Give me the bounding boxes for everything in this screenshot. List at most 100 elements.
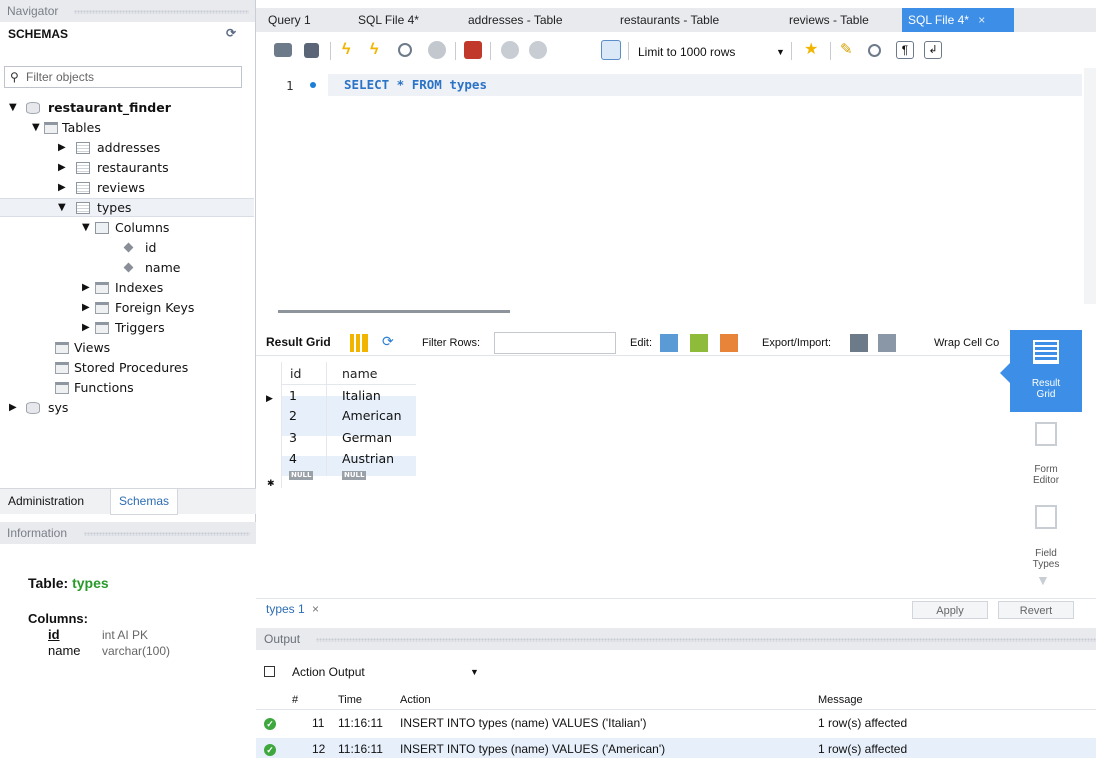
tab-sql-file[interactable]: SQL File 4* bbox=[358, 8, 419, 32]
grid-cell[interactable]: German bbox=[342, 428, 392, 448]
grid-cell[interactable]: 4 bbox=[289, 449, 297, 469]
edit-row-icon[interactable] bbox=[660, 334, 678, 352]
close-icon[interactable]: × bbox=[978, 13, 985, 27]
tree-item-columns[interactable]: ▼ Columns bbox=[0, 218, 254, 238]
grid-layout-icon[interactable] bbox=[350, 334, 368, 352]
tab-sql-file-active[interactable]: SQL File 4* × bbox=[902, 8, 1014, 32]
tab-result-types[interactable]: types 1 × bbox=[266, 602, 319, 616]
tree-item-tables[interactable]: ▼ Tables bbox=[0, 118, 254, 138]
collapse-arrow-icon[interactable]: ▶ bbox=[58, 158, 66, 178]
folder-icon bbox=[44, 122, 58, 134]
column-header-id[interactable]: id bbox=[290, 364, 301, 384]
collapse-arrow-icon[interactable]: ▶ bbox=[82, 298, 90, 318]
toggle-stop-on-error-icon[interactable] bbox=[464, 41, 482, 59]
sql-editor[interactable]: 1 SELECT * FROM types bbox=[256, 68, 1084, 304]
tab-restaurants-table[interactable]: restaurants - Table bbox=[620, 8, 719, 32]
tree-item-functions[interactable]: Functions bbox=[0, 378, 254, 398]
tree-item-table-selected[interactable]: ▼ types bbox=[0, 198, 254, 218]
output-type-select[interactable]: Action Output ▼ bbox=[260, 660, 479, 684]
result-grid-view-button[interactable]: Result Grid bbox=[1010, 330, 1082, 412]
header-grip bbox=[84, 532, 250, 536]
side-label[interactable]: Editor bbox=[1010, 475, 1082, 486]
execute-icon[interactable]: ϟ bbox=[342, 41, 360, 59]
editor-horizontal-scrollbar[interactable] bbox=[278, 310, 510, 313]
delete-row-icon[interactable] bbox=[720, 334, 738, 352]
refresh-icon[interactable]: ⟳ bbox=[226, 26, 236, 40]
tab-schemas[interactable]: Schemas bbox=[110, 489, 179, 515]
null-badge[interactable]: NULL bbox=[289, 471, 314, 480]
result-tabs-bar: types 1 × Apply Revert bbox=[256, 598, 1096, 622]
tree-item-sys[interactable]: ▶ sys bbox=[0, 398, 254, 418]
tree-item-triggers[interactable]: ▶ Triggers bbox=[0, 318, 254, 338]
expand-arrow-icon[interactable]: ▼ bbox=[58, 198, 66, 218]
close-icon[interactable]: × bbox=[312, 602, 319, 616]
column-header-name[interactable]: name bbox=[342, 364, 377, 384]
side-label[interactable]: Form bbox=[1010, 464, 1082, 475]
grid-cell[interactable]: 3 bbox=[289, 428, 297, 448]
expand-arrow-icon[interactable]: ▼ bbox=[82, 218, 90, 238]
tree-item-table[interactable]: ▶ addresses bbox=[0, 138, 254, 158]
execute-current-icon[interactable]: ϟ bbox=[370, 41, 388, 59]
tab-addresses-table[interactable]: addresses - Table bbox=[468, 8, 563, 32]
expand-arrow-icon[interactable]: ▼ bbox=[9, 98, 17, 118]
editor-scrollbar[interactable] bbox=[1084, 68, 1096, 304]
import-icon[interactable] bbox=[878, 334, 896, 352]
collapse-arrow-icon[interactable]: ▶ bbox=[58, 138, 66, 158]
expand-arrow-icon[interactable]: ▼ bbox=[32, 118, 40, 138]
header-grip bbox=[74, 10, 249, 14]
limit-rows-select[interactable]: Limit to 1000 rows ▼ bbox=[638, 43, 788, 61]
chevron-down-icon[interactable]: ▼ bbox=[1036, 572, 1050, 588]
grid-cell[interactable]: Italian bbox=[342, 386, 381, 406]
open-file-icon[interactable] bbox=[274, 43, 292, 57]
collapse-arrow-icon[interactable]: ▶ bbox=[9, 398, 17, 418]
tree-item-indexes[interactable]: ▶ Indexes bbox=[0, 278, 254, 298]
tree-item-restaurant-finder[interactable]: ▼ restaurant_finder bbox=[0, 98, 254, 118]
field-types-icon[interactable] bbox=[1035, 505, 1057, 529]
grid-cell[interactable]: 2 bbox=[289, 406, 297, 426]
refresh-icon[interactable]: ⟳ bbox=[382, 333, 394, 350]
output-row[interactable]: ✓ 11 11:16:11 INSERT INTO types (name) V… bbox=[256, 712, 1096, 734]
tree-item-foreign-keys[interactable]: ▶ Foreign Keys bbox=[0, 298, 254, 318]
tree-item-table[interactable]: ▶ restaurants bbox=[0, 158, 254, 178]
tree-label: Indexes bbox=[115, 280, 164, 295]
filter-rows-input[interactable] bbox=[494, 332, 616, 354]
wrap-cell-label[interactable]: Wrap Cell Co bbox=[934, 337, 999, 349]
beautify-icon[interactable]: ✎ bbox=[840, 41, 858, 59]
tab-administration[interactable]: Administration bbox=[0, 489, 92, 515]
autocommit-icon[interactable] bbox=[601, 40, 621, 60]
explain-icon[interactable] bbox=[398, 43, 412, 57]
grid-cell[interactable]: 1 bbox=[289, 386, 297, 406]
tree-item-views[interactable]: Views bbox=[0, 338, 254, 358]
collapse-arrow-icon[interactable]: ▶ bbox=[82, 318, 90, 338]
rollback-icon[interactable] bbox=[529, 41, 547, 59]
revert-button[interactable]: Revert bbox=[998, 601, 1074, 619]
result-grid-label: Result Grid bbox=[266, 335, 331, 349]
tree-item-stored-procedures[interactable]: Stored Procedures bbox=[0, 358, 254, 378]
tab-query-1[interactable]: Query 1 bbox=[268, 8, 311, 32]
tree-item-column[interactable]: id bbox=[0, 238, 254, 258]
export-icon[interactable] bbox=[850, 334, 868, 352]
form-editor-icon[interactable] bbox=[1035, 422, 1057, 446]
filter-objects-input[interactable]: ⚲ Filter objects bbox=[4, 66, 242, 88]
tab-reviews-table[interactable]: reviews - Table bbox=[789, 8, 869, 32]
null-badge[interactable]: NULL bbox=[342, 471, 367, 480]
collapse-arrow-icon[interactable]: ▶ bbox=[58, 178, 66, 198]
sql-text[interactable]: SELECT * FROM types bbox=[344, 77, 487, 92]
commit-icon[interactable] bbox=[501, 41, 519, 59]
tree-item-column[interactable]: name bbox=[0, 258, 254, 278]
wrap-lines-icon[interactable]: ↲ bbox=[924, 41, 942, 59]
add-snippet-icon[interactable]: ★ bbox=[804, 41, 822, 59]
stop-icon[interactable] bbox=[428, 41, 446, 59]
grid-cell[interactable]: Austrian bbox=[342, 449, 394, 469]
apply-button[interactable]: Apply bbox=[912, 601, 988, 619]
insert-row-icon[interactable] bbox=[690, 334, 708, 352]
grid-cell[interactable]: American bbox=[342, 406, 402, 426]
save-icon[interactable] bbox=[304, 43, 319, 58]
side-label[interactable]: Field bbox=[1010, 548, 1082, 559]
side-label[interactable]: Types bbox=[1010, 559, 1082, 570]
find-icon[interactable] bbox=[868, 44, 881, 57]
collapse-arrow-icon[interactable]: ▶ bbox=[82, 278, 90, 298]
tree-item-table[interactable]: ▶ reviews bbox=[0, 178, 254, 198]
invisible-chars-icon[interactable]: ¶ bbox=[896, 41, 914, 59]
output-row[interactable]: ✓ 12 11:16:11 INSERT INTO types (name) V… bbox=[256, 738, 1096, 758]
